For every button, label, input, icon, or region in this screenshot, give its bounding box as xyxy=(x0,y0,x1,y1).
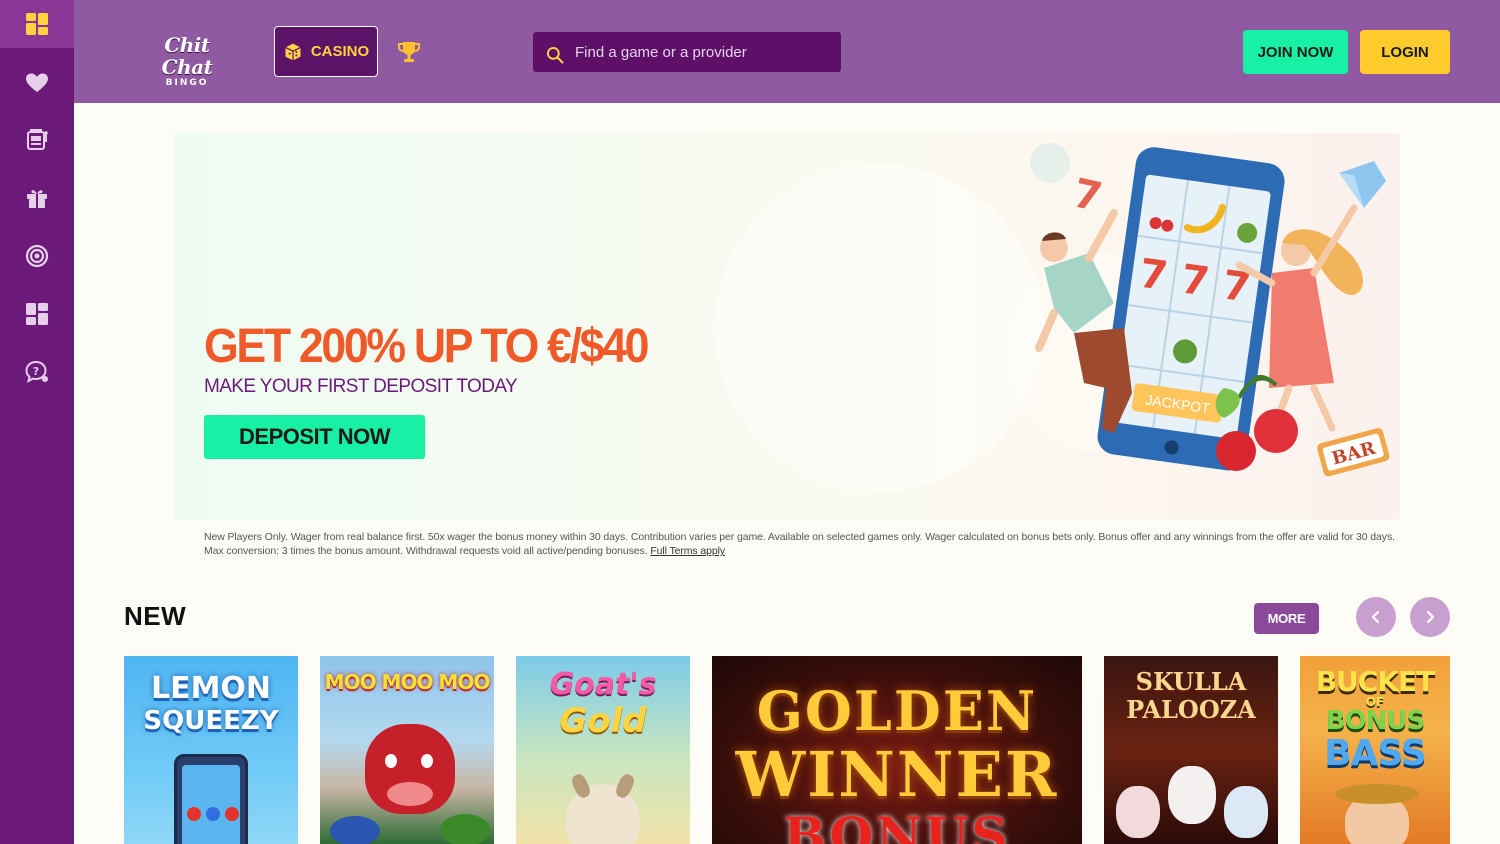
slot-machine-icon xyxy=(27,129,48,150)
chevron-left-icon xyxy=(1371,610,1380,624)
carousel-next-button[interactable] xyxy=(1410,597,1450,637)
deposit-now-button[interactable]: DEPOSIT NOW xyxy=(204,415,425,459)
site-logo[interactable]: Chit Chat BINGO xyxy=(146,34,228,88)
join-now-button[interactable]: JOIN NOW xyxy=(1243,30,1348,74)
header: Chit Chat BINGO CASINO JOIN NOW LOGIN xyxy=(74,0,1500,103)
bull-graphic xyxy=(365,724,455,814)
section-title-new: NEW xyxy=(124,601,187,631)
game-title-line1: SKULLA xyxy=(1135,667,1247,696)
login-button[interactable]: LOGIN xyxy=(1360,30,1450,74)
game-title-line1: LEMON xyxy=(150,671,272,706)
casino-tab-label: CASINO xyxy=(310,43,370,60)
banner-subline: MAKE YOUR FIRST DEPOSIT TODAY xyxy=(204,376,518,397)
fisherman-graphic xyxy=(1335,784,1419,844)
cube-icon xyxy=(285,43,301,60)
trophy-icon[interactable] xyxy=(397,40,421,64)
casino-tab[interactable]: CASINO xyxy=(274,26,378,77)
phone-graphic xyxy=(174,754,248,844)
sidebar-item-promotions[interactable] xyxy=(0,173,74,223)
game-tile-moo-moo-moo[interactable]: MOO MOO MOO xyxy=(320,656,494,844)
sidebar-item-help[interactable]: ? xyxy=(0,347,74,397)
search-icon xyxy=(546,46,564,64)
banner-background-shape xyxy=(714,163,1044,493)
logo-subtitle: BINGO xyxy=(165,78,209,88)
game-title-line4: BASS xyxy=(1324,733,1427,774)
grid-icon xyxy=(26,13,48,35)
sidebar-item-lobby[interactable] xyxy=(0,0,74,48)
terms-body: New Players Only. Wager from real balanc… xyxy=(204,531,1395,557)
gift-icon xyxy=(27,190,47,208)
game-title-line1: GOLDEN xyxy=(756,679,1038,743)
help-chat-icon: ? xyxy=(25,360,48,383)
apps-icon xyxy=(26,303,48,325)
search-input[interactable] xyxy=(575,43,825,61)
game-title-line2: Gold xyxy=(559,701,647,741)
game-tile-lemon-squeezy[interactable]: LEMON SQUEEZY xyxy=(124,656,298,844)
svg-text:?: ? xyxy=(33,365,39,378)
game-title-line3: BONUS xyxy=(783,806,1011,844)
game-title-line2: PALOOZA xyxy=(1126,695,1256,724)
heart-icon xyxy=(26,73,48,92)
svg-text:7: 7 xyxy=(1069,170,1106,221)
sidebar-item-live-casino[interactable] xyxy=(0,231,74,281)
game-tile-goats-gold[interactable]: Goat's Gold xyxy=(516,656,690,844)
game-title-line3: BONUS xyxy=(1325,706,1426,736)
terms-text: New Players Only. Wager from real balanc… xyxy=(204,530,1404,558)
game-title-line2: WINNER xyxy=(735,738,1059,811)
game-title-line2: SQUEEZY xyxy=(143,706,279,736)
chevron-right-icon xyxy=(1426,610,1435,624)
goat-graphic xyxy=(566,772,640,844)
game-tile-bucket-of-bonus-bass[interactable]: BUCKET OF BONUS BASS xyxy=(1300,656,1450,844)
more-button[interactable]: MORE xyxy=(1254,603,1319,634)
promo-banner[interactable]: GET 200% UP TO €/$40 MAKE YOUR FIRST DEP… xyxy=(174,133,1400,520)
target-icon xyxy=(25,244,49,268)
jackpot-illustration: 7 7 7 JACKPOT 7 BAR xyxy=(1030,143,1390,477)
game-title-line1: BUCKET xyxy=(1315,665,1436,698)
skull-graphic xyxy=(1168,766,1216,824)
skull-graphic xyxy=(1116,786,1160,838)
sidebar-item-slots[interactable] xyxy=(0,115,74,165)
game-tile-skulla-palooza[interactable]: SKULLA PALOOZA xyxy=(1104,656,1278,844)
decor-shape xyxy=(330,816,380,844)
sidebar-item-favourites[interactable] xyxy=(0,58,74,108)
game-title-line1: Goat's xyxy=(549,667,657,702)
logo-title: Chit Chat xyxy=(161,33,213,79)
sidebar-item-categories[interactable] xyxy=(0,289,74,339)
carousel-prev-button[interactable] xyxy=(1356,597,1396,637)
banner-headline: GET 200% UP TO €/$40 xyxy=(204,320,649,373)
skull-graphic xyxy=(1224,786,1268,838)
search-bar[interactable] xyxy=(533,32,841,72)
decor-shape xyxy=(440,814,490,844)
game-title-line1: MOO MOO MOO xyxy=(324,670,491,694)
sidebar: ? xyxy=(0,0,74,844)
full-terms-link[interactable]: Full Terms apply xyxy=(650,545,725,557)
game-tile-golden-winner-bonus[interactable]: GOLDEN WINNER BONUS xyxy=(712,656,1082,844)
